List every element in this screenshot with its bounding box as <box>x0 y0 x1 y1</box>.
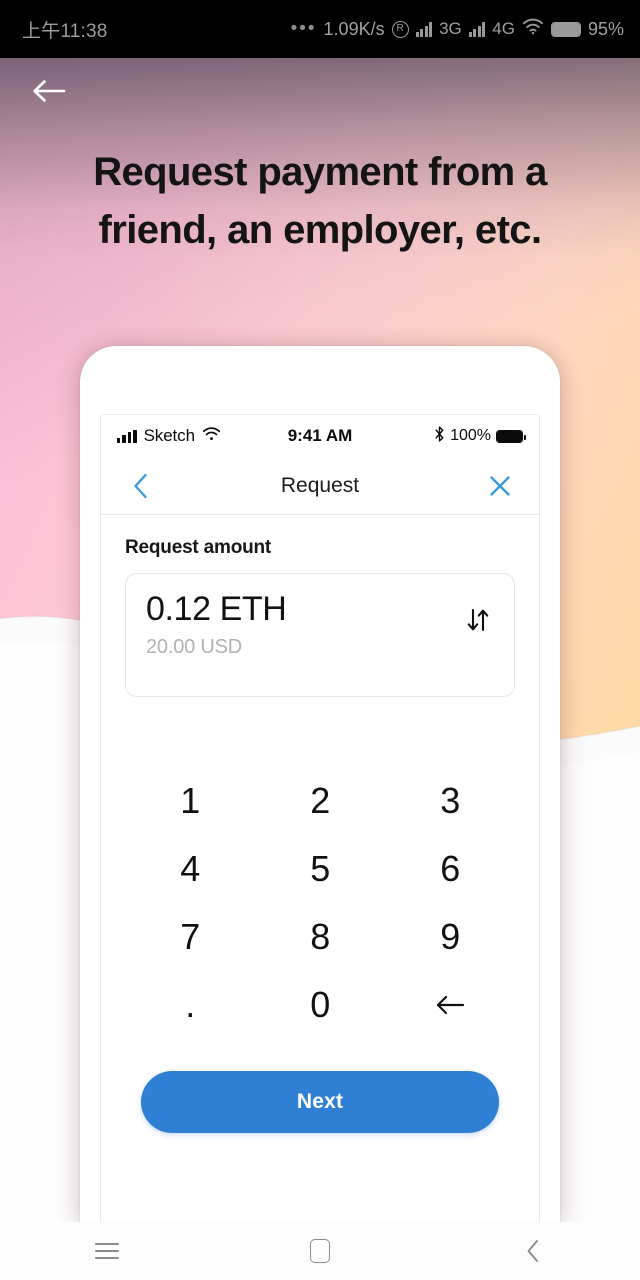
network-type-label-1: 3G <box>439 19 462 38</box>
key-7[interactable]: 7 <box>125 903 255 971</box>
key-1[interactable]: 1 <box>125 767 255 835</box>
amount-input-card[interactable]: 0.12 ETH 20.00 USD <box>125 573 515 697</box>
key-4[interactable]: 4 <box>125 835 255 903</box>
currency-swap-button[interactable] <box>460 602 496 638</box>
wifi-icon-ios <box>202 426 221 446</box>
signal-bars-icon-2 <box>468 21 486 37</box>
phone-mockup: Sketch 9:41 AM 100% Request Request amou… <box>80 346 560 1222</box>
key-9[interactable]: 9 <box>385 903 515 971</box>
home-button[interactable] <box>280 1222 360 1280</box>
amount-secondary-value: 20.00 USD <box>146 635 243 658</box>
network-type-label-2: 4G <box>492 19 515 38</box>
key-decimal[interactable]: . <box>125 971 255 1039</box>
key-0[interactable]: 0 <box>255 971 385 1039</box>
status-clock: 上午11:38 <box>22 20 108 42</box>
swap-vertical-icon <box>467 608 489 632</box>
status-icons-cluster: ••• 1.09K/s R 3G 4G 95% <box>291 18 624 40</box>
home-square-icon <box>309 1239 330 1263</box>
chevron-left-icon <box>133 473 147 498</box>
network-speed-label: 1.09K/s <box>323 18 385 39</box>
android-status-bar: 上午11:38 ••• 1.09K/s R 3G 4G 95% <box>0 0 640 58</box>
ios-battery-icon <box>496 429 526 443</box>
page-title: Request payment from a friend, an employ… <box>93 150 547 252</box>
bluetooth-icon <box>434 425 445 447</box>
close-x-icon <box>490 475 510 496</box>
overflow-dots-icon: ••• <box>290 18 317 39</box>
promo-hero-background: Request payment from a friend, an employ… <box>0 58 640 1222</box>
menu-icon <box>94 1243 119 1259</box>
battery-icon <box>550 21 581 37</box>
ios-status-left: Sketch <box>117 426 221 446</box>
roaming-icon: R <box>391 20 409 38</box>
key-backspace[interactable] <box>385 971 515 1039</box>
request-amount-label: Request amount <box>125 537 272 558</box>
battery-percent-label: 95% <box>587 18 624 39</box>
nav-close-button[interactable] <box>483 469 517 503</box>
cellular-bars-icon <box>117 429 137 443</box>
phone-screen: Sketch 9:41 AM 100% Request Request amou… <box>100 414 540 1222</box>
key-2[interactable]: 2 <box>255 767 385 835</box>
key-3[interactable]: 3 <box>385 767 515 835</box>
request-form: Request amount 0.12 ETH 20.00 USD 1 2 3 … <box>101 515 539 1133</box>
app-nav-bar: Request <box>101 457 539 515</box>
signal-bars-icon-1 <box>415 21 433 37</box>
recents-button[interactable] <box>67 1222 147 1280</box>
key-8[interactable]: 8 <box>255 903 385 971</box>
back-chevron-icon <box>527 1240 539 1262</box>
wifi-icon <box>522 18 544 40</box>
android-back-button[interactable] <box>493 1222 573 1280</box>
android-nav-bar <box>0 1222 640 1280</box>
amount-primary-value: 0.12 ETH <box>146 590 287 628</box>
nav-back-button[interactable] <box>123 469 157 503</box>
numeric-keypad[interactable]: 1 2 3 4 5 6 7 8 9 . 0 <box>125 767 515 1039</box>
ios-battery-percent: 100% <box>450 427 491 444</box>
next-button[interactable]: Next <box>141 1071 499 1133</box>
key-5[interactable]: 5 <box>255 835 385 903</box>
ios-status-right: 100% <box>434 425 526 447</box>
carrier-label: Sketch <box>143 426 195 445</box>
key-6[interactable]: 6 <box>385 835 515 903</box>
nav-title: Request <box>280 473 360 497</box>
backspace-arrow-icon <box>436 995 465 1015</box>
ios-status-bar: Sketch 9:41 AM 100% <box>101 415 539 457</box>
device-screen: 上午11:38 ••• 1.09K/s R 3G 4G 95% Request … <box>0 0 640 1280</box>
back-button[interactable] <box>26 68 72 114</box>
back-arrow-icon <box>33 80 66 102</box>
